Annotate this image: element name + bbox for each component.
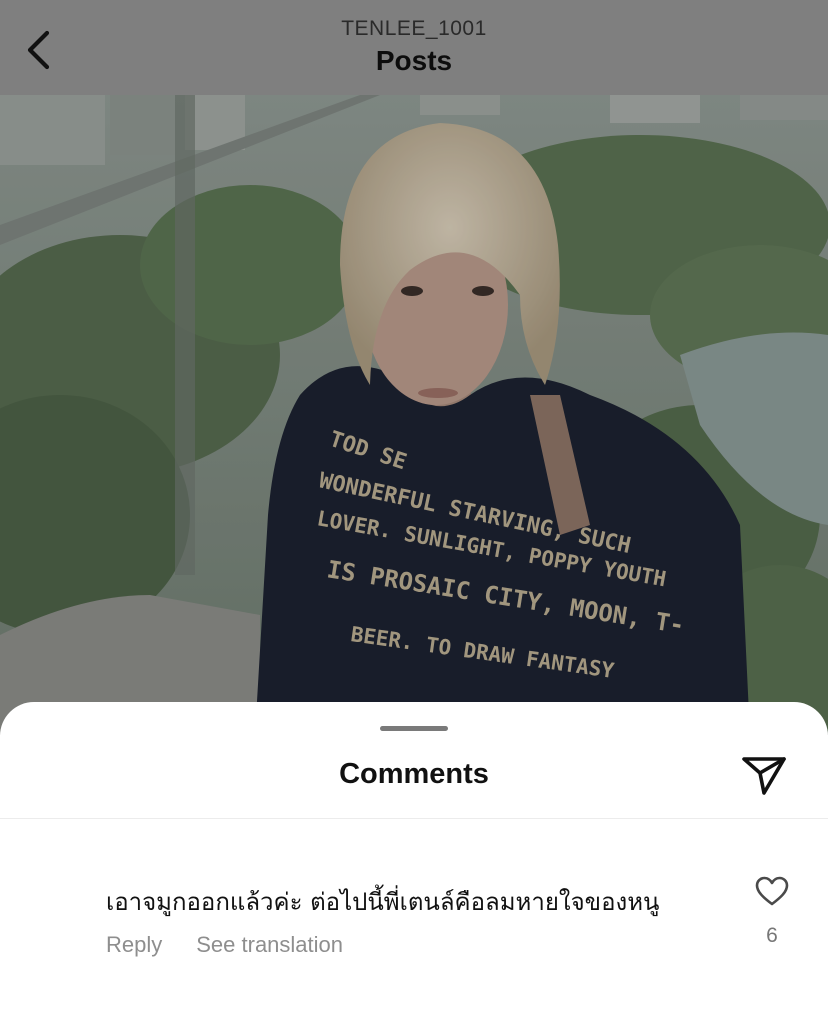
comment-text: เอาจมูกออกแล้วค่ะ ต่อไปนี้พี่เตนล์คือลมห… — [106, 888, 660, 916]
comment-actions: Reply See translation — [106, 932, 343, 958]
like-button[interactable] — [752, 872, 792, 910]
reply-button[interactable]: Reply — [106, 932, 162, 958]
like-count: 6 — [766, 924, 778, 947]
see-translation-button[interactable]: See translation — [196, 932, 343, 958]
sheet-grabber[interactable] — [380, 726, 448, 731]
comments-title: Comments — [339, 758, 489, 790]
post-photo[interactable]: TOD SE WONDERFUL STARVING, SUCH LOVER. S… — [0, 95, 828, 735]
header-username[interactable]: TENLEE_1001 — [0, 17, 828, 41]
send-icon — [742, 757, 786, 795]
page-title: Posts — [375, 45, 453, 76]
share-button[interactable] — [738, 752, 790, 798]
heart-icon — [755, 876, 789, 906]
post-header: TENLEE_1001 Posts — [0, 0, 828, 95]
avatar[interactable] — [22, 880, 30, 902]
sheet-divider — [0, 818, 828, 819]
comments-sheet: Comments เอาจมูกออกแล้วค่ะ ต่อไปนี้พี่เต… — [0, 702, 828, 1035]
